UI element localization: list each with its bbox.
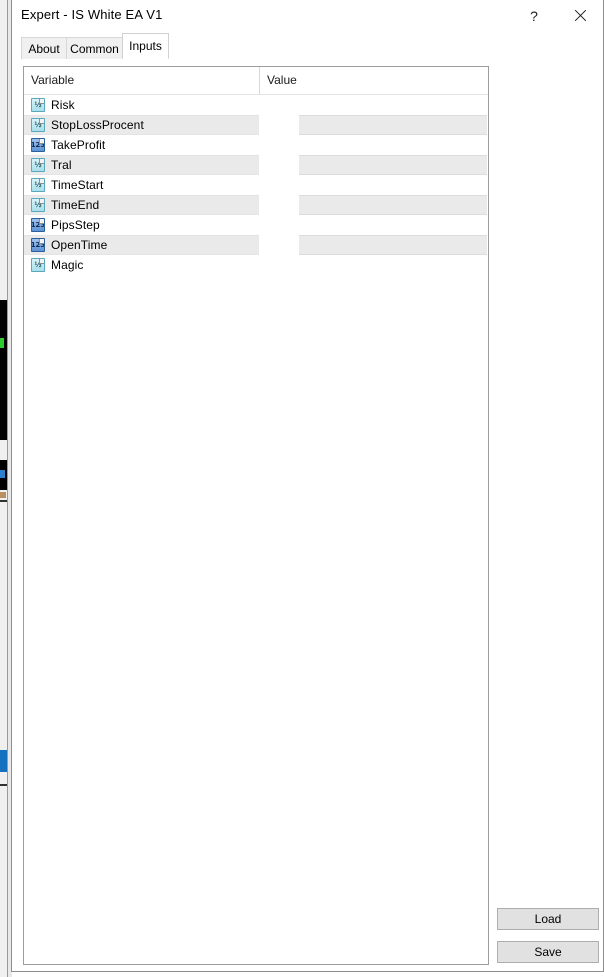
tab-inputs[interactable]: Inputs bbox=[122, 33, 169, 59]
variable-cell[interactable]: 123 PipsStep bbox=[24, 215, 259, 235]
variable-cell[interactable]: ½ Magic bbox=[24, 255, 259, 275]
variable-name: OpenTime bbox=[51, 238, 108, 252]
inputs-list-panel: Variable Value ½ Risk ½ StopLossProcent bbox=[23, 66, 489, 965]
variable-name: TimeStart bbox=[51, 178, 104, 192]
background-vertical-rule bbox=[7, 0, 8, 977]
background-blue-marker-lower bbox=[0, 750, 7, 772]
variable-name: TimeEnd bbox=[51, 198, 100, 212]
integer-123-icon: 123 bbox=[31, 238, 45, 252]
value-cell[interactable] bbox=[299, 195, 487, 215]
variable-name: Tral bbox=[51, 158, 72, 172]
value-cell[interactable] bbox=[299, 95, 487, 115]
column-header-variable[interactable]: Variable bbox=[31, 73, 74, 87]
variable-name: Magic bbox=[51, 258, 84, 272]
variable-cell[interactable]: 123 TakeProfit bbox=[24, 135, 259, 155]
half-fraction-icon: ½ bbox=[31, 178, 45, 192]
variable-cell[interactable]: ½ StopLossProcent bbox=[24, 115, 259, 135]
table-header-row: Variable Value bbox=[24, 67, 488, 95]
value-cell[interactable] bbox=[299, 115, 487, 135]
value-cell[interactable] bbox=[299, 155, 487, 175]
variable-cell[interactable]: ½ Tral bbox=[24, 155, 259, 175]
save-button[interactable]: Save bbox=[497, 941, 599, 963]
half-fraction-icon: ½ bbox=[31, 158, 45, 172]
integer-123-icon: 123 bbox=[31, 138, 45, 152]
background-bullish-marker bbox=[0, 338, 4, 348]
inputs-rows: ½ Risk ½ StopLossProcent 123 TakeProfit … bbox=[24, 95, 488, 275]
integer-123-icon: 123 bbox=[31, 218, 45, 232]
table-row[interactable]: ½ TimeStart bbox=[24, 175, 488, 195]
close-button[interactable] bbox=[557, 0, 603, 31]
background-divider-line bbox=[0, 500, 7, 502]
screen: Expert - IS White EA V1 ? About Common I… bbox=[0, 0, 604, 977]
tab-strip: About Common Inputs bbox=[12, 31, 603, 59]
value-cell[interactable] bbox=[299, 135, 487, 155]
table-row[interactable]: ½ TimeEnd bbox=[24, 195, 488, 215]
question-mark-icon: ? bbox=[530, 7, 538, 24]
background-chart-area bbox=[0, 300, 7, 440]
title-bar: Expert - IS White EA V1 ? bbox=[12, 0, 603, 32]
variable-name: TakeProfit bbox=[51, 138, 106, 152]
value-cell[interactable] bbox=[299, 235, 487, 255]
tab-common[interactable]: Common bbox=[66, 37, 123, 59]
variable-name: PipsStep bbox=[51, 218, 100, 232]
close-icon bbox=[574, 9, 587, 22]
table-row[interactable]: 123 TakeProfit bbox=[24, 135, 488, 155]
table-row[interactable]: ½ Tral bbox=[24, 155, 488, 175]
half-fraction-icon: ½ bbox=[31, 198, 45, 212]
background-blue-marker-upper bbox=[0, 470, 5, 478]
table-row[interactable]: ½ Risk bbox=[24, 95, 488, 115]
value-cell[interactable] bbox=[299, 255, 487, 275]
value-cell[interactable] bbox=[299, 215, 487, 235]
variable-cell[interactable]: ½ Risk bbox=[24, 95, 259, 115]
table-row[interactable]: 123 PipsStep bbox=[24, 215, 488, 235]
half-fraction-icon: ½ bbox=[31, 98, 45, 112]
variable-cell[interactable]: 123 OpenTime bbox=[24, 235, 259, 255]
half-fraction-icon: ½ bbox=[31, 118, 45, 132]
window-title: Expert - IS White EA V1 bbox=[21, 7, 163, 22]
variable-cell[interactable]: ½ TimeStart bbox=[24, 175, 259, 195]
variable-name: StopLossProcent bbox=[51, 118, 144, 132]
variable-cell[interactable]: ½ TimeEnd bbox=[24, 195, 259, 215]
table-row[interactable]: ½ StopLossProcent bbox=[24, 115, 488, 135]
background-divider-line bbox=[0, 784, 7, 786]
table-row[interactable]: ½ Magic bbox=[24, 255, 488, 275]
column-divider[interactable] bbox=[259, 67, 260, 94]
tab-about[interactable]: About bbox=[21, 37, 67, 59]
load-button[interactable]: Load bbox=[497, 908, 599, 930]
column-header-value[interactable]: Value bbox=[267, 73, 297, 87]
table-row[interactable]: 123 OpenTime bbox=[24, 235, 488, 255]
value-cell[interactable] bbox=[299, 175, 487, 195]
variable-name: Risk bbox=[51, 98, 75, 112]
background-tan-marker bbox=[0, 492, 6, 498]
help-button[interactable]: ? bbox=[511, 0, 557, 31]
expert-properties-dialog: Expert - IS White EA V1 ? About Common I… bbox=[11, 0, 604, 972]
half-fraction-icon: ½ bbox=[31, 258, 45, 272]
